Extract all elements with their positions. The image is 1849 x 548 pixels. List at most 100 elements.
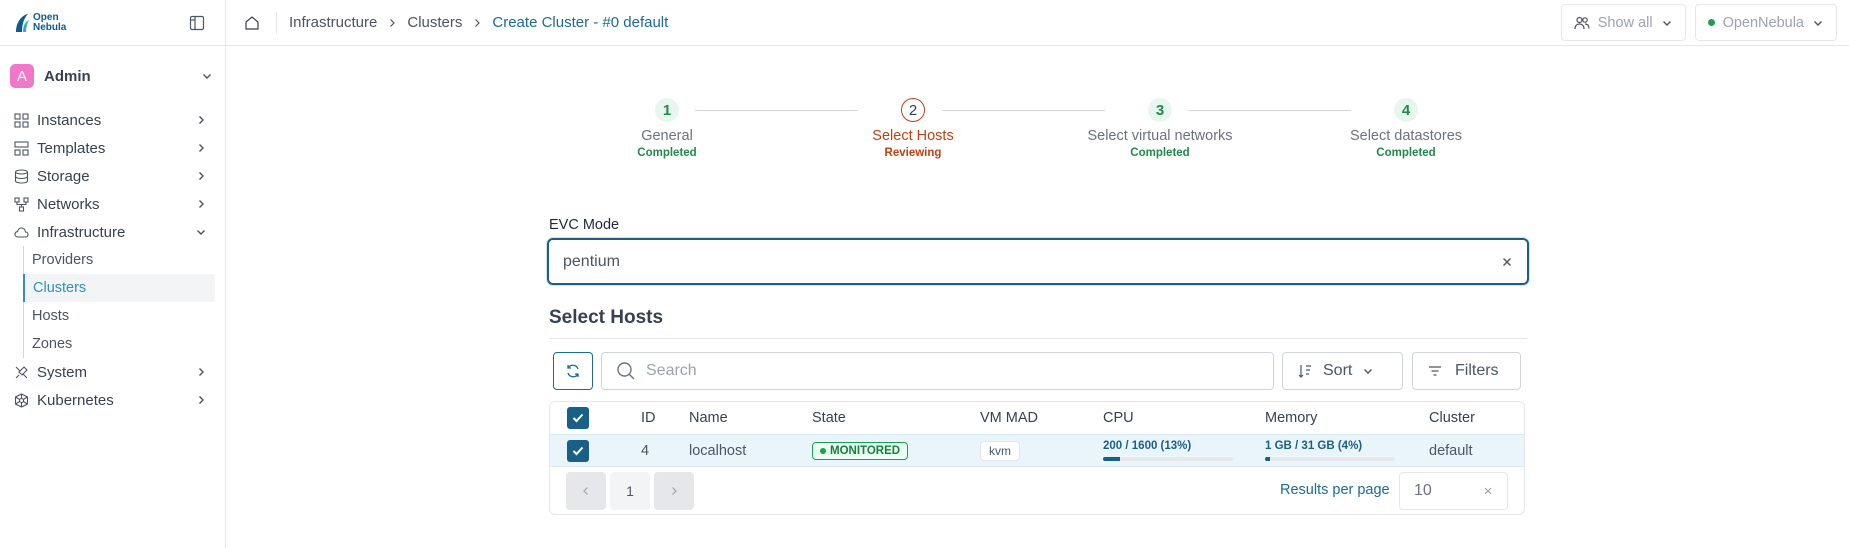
zone-selector[interactable]: OpenNebula bbox=[1694, 4, 1837, 41]
networks-icon bbox=[14, 196, 29, 212]
sidebar-item-networks[interactable]: Networks bbox=[0, 190, 225, 218]
step-select-hosts[interactable]: 2 Select Hosts Reviewing bbox=[813, 98, 1013, 159]
chevron-right-icon bbox=[199, 200, 204, 208]
step-general[interactable]: 1 General Completed bbox=[567, 98, 767, 159]
step-select-virtual-networks[interactable]: 3 Select virtual networks Completed bbox=[1060, 98, 1260, 159]
breadcrumb: Infrastructure Clusters Create Cluster -… bbox=[289, 14, 668, 31]
search-input[interactable]: Search bbox=[601, 352, 1274, 390]
step-number: 3 bbox=[1148, 98, 1172, 122]
sidebar-item-clusters[interactable]: Clusters bbox=[23, 274, 215, 302]
sidebar-item-templates[interactable]: Templates bbox=[0, 134, 225, 162]
sidebar-item-infrastructure[interactable]: Infrastructure bbox=[0, 218, 225, 246]
show-all-label: Show all bbox=[1597, 14, 1653, 31]
wizard-stepper: 1 General Completed 2 Select Hosts Revie… bbox=[560, 98, 1462, 168]
sidebar-item-label: Storage bbox=[37, 167, 90, 185]
chevron-right-icon bbox=[199, 396, 204, 404]
logo-text-line2: Nebula bbox=[33, 21, 67, 33]
system-icon bbox=[15, 365, 28, 378]
sidebar-item-providers[interactable]: Providers bbox=[24, 246, 215, 274]
chevron-right-icon bbox=[199, 368, 204, 376]
sidebar-item-storage[interactable]: Storage bbox=[0, 162, 225, 190]
vm-mad-cell: kvm bbox=[980, 435, 1020, 466]
chevron-down-icon bbox=[203, 74, 211, 79]
sort-button[interactable]: Sort bbox=[1282, 352, 1403, 390]
breadcrumb-current: Create Cluster - #0 default bbox=[492, 14, 669, 31]
memory-usage-bar bbox=[1265, 457, 1395, 461]
evc-mode-input[interactable]: pentium bbox=[547, 238, 1529, 285]
sidebar-toggle-icon[interactable] bbox=[189, 15, 205, 31]
column-header-state[interactable]: State bbox=[812, 402, 846, 434]
infrastructure-subnav: Providers Clusters Hosts Zones bbox=[23, 246, 225, 358]
refresh-button[interactable] bbox=[553, 352, 593, 390]
results-per-page-label: Results per page bbox=[1280, 482, 1390, 498]
top-right-controls: Show all OpenNebula bbox=[1560, 4, 1837, 41]
column-header-id[interactable]: ID bbox=[641, 402, 656, 434]
step-label: General bbox=[641, 128, 693, 144]
sidebar-item-instances[interactable]: Instances bbox=[0, 106, 225, 134]
storage-icon bbox=[14, 168, 29, 184]
chevron-right-icon bbox=[199, 172, 204, 180]
show-all-button[interactable]: Show all bbox=[1560, 4, 1686, 41]
memory-usage-text: 1 GB / 31 GB (4%) bbox=[1265, 440, 1363, 452]
checkbox bbox=[567, 439, 589, 462]
evc-mode-value: pentium bbox=[563, 252, 620, 270]
chevron-right-icon bbox=[672, 487, 677, 495]
user-menu[interactable]: A Admin bbox=[0, 46, 225, 106]
sort-icon bbox=[1298, 365, 1311, 378]
home-button[interactable] bbox=[240, 11, 264, 35]
memory-cell: 1 GB / 31 GB (4%) bbox=[1265, 435, 1395, 466]
breadcrumb-infrastructure[interactable]: Infrastructure bbox=[289, 14, 377, 31]
vm-mad-badge: kvm bbox=[980, 440, 1020, 461]
sidebar-item-label: Templates bbox=[37, 139, 106, 157]
select-all-checkbox[interactable] bbox=[567, 402, 589, 434]
sidebar-item-zones[interactable]: Zones bbox=[24, 330, 215, 358]
cloud-icon bbox=[14, 226, 29, 238]
row-checkbox[interactable] bbox=[567, 435, 589, 466]
logo-row: Open Nebula bbox=[0, 0, 225, 46]
divider bbox=[276, 11, 277, 34]
sidebar-item-hosts[interactable]: Hosts bbox=[24, 302, 215, 330]
refresh-icon bbox=[567, 364, 579, 378]
column-header-cpu[interactable]: CPU bbox=[1103, 402, 1134, 434]
zone-status-dot bbox=[1707, 19, 1715, 26]
column-header-memory[interactable]: Memory bbox=[1265, 402, 1317, 434]
step-number: 4 bbox=[1394, 98, 1418, 122]
clear-icon[interactable] bbox=[1483, 486, 1493, 496]
status-text: MONITORED bbox=[830, 444, 901, 457]
sidebar-item-system[interactable]: System bbox=[0, 358, 225, 386]
step-label: Select datastores bbox=[1349, 128, 1463, 144]
page-number-button[interactable]: 1 bbox=[610, 472, 650, 510]
step-select-datastores[interactable]: 4 Select datastores Completed bbox=[1306, 98, 1506, 159]
pagination: 1 Results per page 10 bbox=[550, 466, 1524, 514]
results-per-page-select[interactable]: 10 bbox=[1399, 472, 1508, 510]
step-status: Reviewing bbox=[884, 147, 942, 159]
app: Open Nebula A Admin Instances Templates … bbox=[0, 0, 1849, 548]
column-header-cluster[interactable]: Cluster bbox=[1429, 402, 1475, 434]
filter-icon bbox=[1429, 366, 1441, 376]
memory-usage-fill bbox=[1265, 457, 1271, 461]
status-dot bbox=[820, 447, 826, 454]
templates-icon bbox=[14, 140, 29, 156]
chevron-down-icon bbox=[1662, 20, 1671, 26]
users-icon bbox=[1574, 16, 1590, 29]
clear-icon[interactable] bbox=[1501, 256, 1513, 268]
next-page-button[interactable] bbox=[654, 472, 694, 510]
column-header-name[interactable]: Name bbox=[689, 402, 728, 434]
breadcrumb-clusters[interactable]: Clusters bbox=[407, 14, 462, 31]
sidebar-item-kubernetes[interactable]: Kubernetes bbox=[0, 386, 225, 414]
table-row[interactable]: 4 localhost MONITORED kvm 200 / 1600 (13… bbox=[550, 434, 1524, 467]
zone-label: OpenNebula bbox=[1722, 14, 1804, 31]
filters-button[interactable]: Filters bbox=[1412, 352, 1521, 390]
prev-page-button[interactable] bbox=[566, 472, 606, 510]
table-header: ID Name State VM MAD CPU Memory Cluster bbox=[550, 402, 1524, 434]
filters-label: Filters bbox=[1455, 362, 1499, 379]
column-header-vm-mad[interactable]: VM MAD bbox=[980, 402, 1038, 434]
step-number: 2 bbox=[901, 98, 925, 122]
step-label: Select Hosts bbox=[872, 128, 954, 144]
sidebar: Open Nebula A Admin Instances Templates … bbox=[0, 0, 226, 548]
opennebula-logo[interactable]: Open Nebula bbox=[14, 12, 66, 34]
hosts-table: ID Name State VM MAD CPU Memory Cluster … bbox=[549, 401, 1525, 515]
cpu-usage-fill bbox=[1103, 457, 1120, 461]
home-icon bbox=[245, 15, 259, 30]
cpu-usage-bar bbox=[1103, 457, 1233, 461]
